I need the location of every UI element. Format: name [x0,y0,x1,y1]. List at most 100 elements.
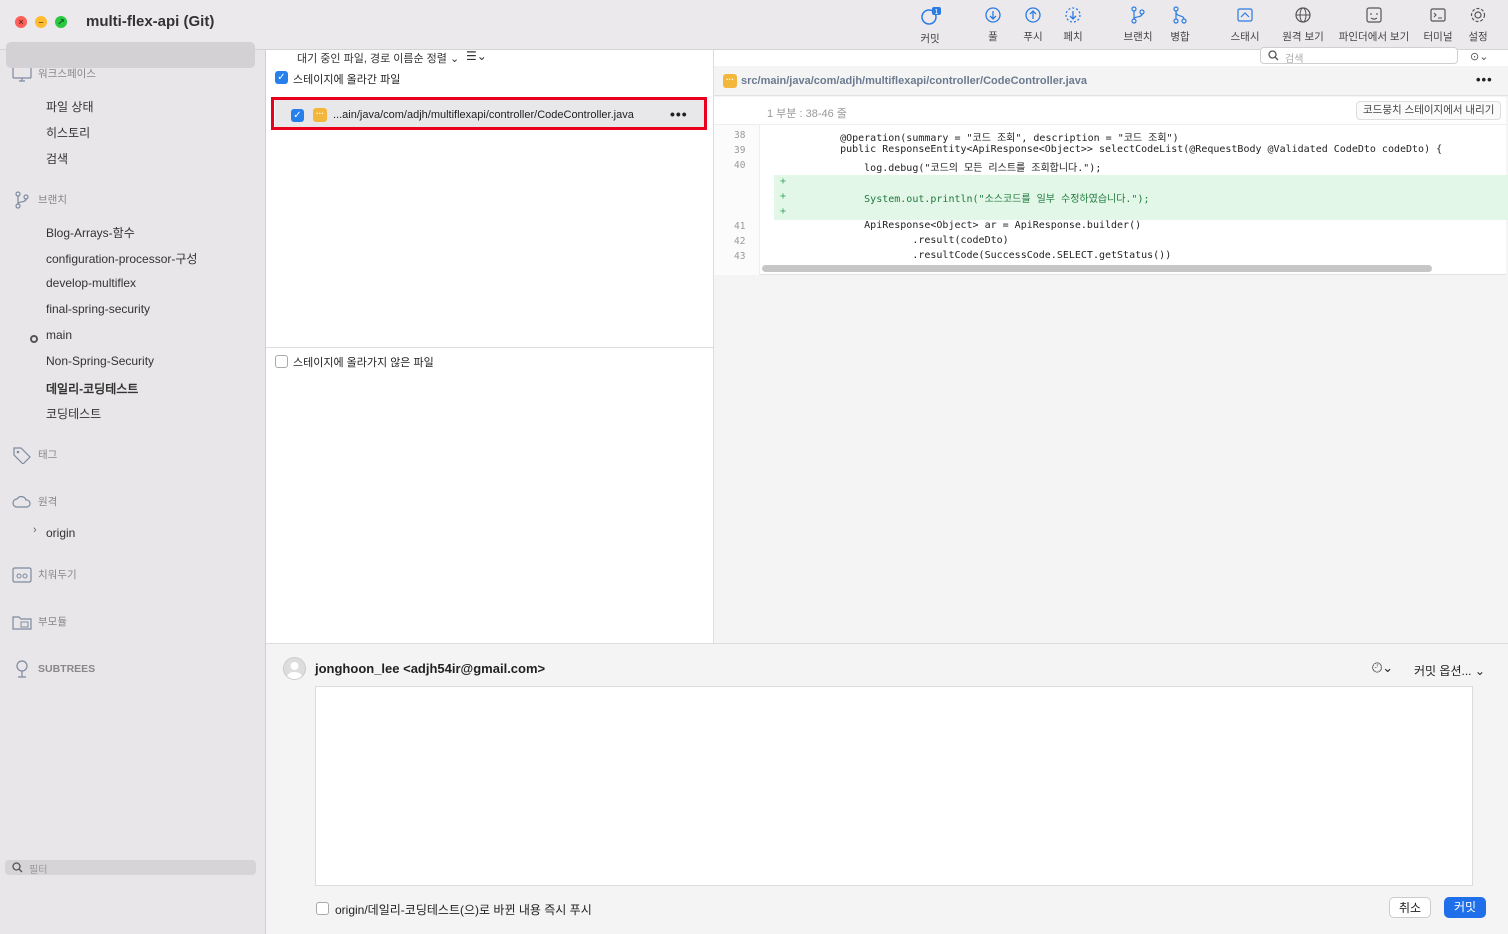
branch-icon [1131,6,1145,24]
commit-message-input[interactable] [315,686,1473,886]
commit-options-dropdown[interactable]: 커밋 옵션... ⌄ [1414,662,1485,679]
stash-button[interactable]: 스태시 [1215,6,1275,46]
commit-button[interactable]: 커밋 [1444,897,1486,918]
window-title: multi-flex-api (Git) [86,13,215,30]
search-icon [12,862,23,873]
merge-label: 병합 [1170,31,1190,43]
unstaged-files-header: 스테이지에 올라가지 않은 파일 [293,357,434,369]
chevron-down-icon: ⌄ [449,53,460,65]
sidebar-item-branch[interactable]: develop-multiflex [46,276,136,290]
merge-icon [1173,6,1187,24]
diff-file-path: src/main/java/com/adjh/multiflexapi/cont… [741,75,1087,87]
sidebar-section-workspace[interactable]: 워크스페이스 [12,66,96,82]
sidebar-section-remotes[interactable]: 원격 [12,494,57,509]
unstaged-all-checkbox[interactable] [275,355,288,368]
remote-view-button[interactable]: 원격 보기 [1273,6,1333,46]
sort-dropdown[interactable]: 대기 중인 파일, 경로 이름순 정렬 ⌄ [297,50,459,66]
minimize-icon: – [38,17,44,27]
sidebar-section-stashes[interactable]: 치워두기 [12,567,77,583]
line-number: 39 [734,145,746,156]
show-in-finder-button[interactable]: 파인더에서 보기 [1337,6,1411,46]
sidebar-tags-label: 태그 [38,448,58,461]
sidebar-item-branch[interactable]: final-spring-security [46,302,150,316]
fetch-icon [1065,7,1081,23]
commit-history-dropdown[interactable]: 🕘︎⌄ [1372,660,1393,676]
pull-icon [985,7,1001,23]
sidebar-section-tags[interactable]: 태그 [12,446,58,465]
folder-icon [12,616,32,630]
annotation-highlight-box [271,97,707,130]
fetch-button[interactable]: 페치 [1043,6,1103,46]
sidebar-section-branches[interactable]: 브랜치 [12,191,67,209]
code-line: public ResponseEntity<ApiResponse<Object… [816,144,1443,155]
sidebar-selection-highlight [6,42,255,68]
more-options-dropdown[interactable]: ⊙⌄ [1470,50,1488,63]
diff-code-area: 38 @Operation(summary = "코드 조회", descrip… [714,125,1508,275]
sort-label: 대기 중인 파일, 경로 이름순 정렬 [297,53,447,65]
cancel-button[interactable]: 취소 [1389,897,1431,918]
sidebar-item-branch[interactable]: Blog-Arrays-함수 [46,224,135,241]
branch-icon [15,191,29,209]
finder-icon [1366,7,1382,23]
sidebar-branches-label: 브랜치 [38,193,67,206]
maximize-window-button[interactable]: ↗ [55,16,67,28]
commit-icon: 1 [921,7,941,25]
horizontal-scrollbar[interactable] [762,265,1432,272]
commit-toolbar-button[interactable]: 1 커밋 [900,6,960,46]
line-number: 42 [734,236,746,247]
merge-button[interactable]: 병합 [1150,6,1210,46]
chevron-right-icon[interactable]: › [33,524,37,536]
close-icon: × [18,17,24,27]
pane-divider [266,347,714,348]
sidebar-section-submodules[interactable]: 부모듈 [12,614,67,630]
stage-all-checkbox[interactable] [275,71,288,84]
diff-more-options-icon[interactable]: ••• [1476,72,1493,87]
added-line-marker: + [780,206,787,217]
unstage-hunk-button[interactable]: 코드뭉치 스테이지에서 내리기 [1356,101,1502,120]
gear-icon [1470,7,1486,23]
sidebar-stashes-label: 치워두기 [38,569,77,581]
sidebar-subtrees-label: SUBTREES [38,662,96,675]
code-line: @Operation(summary = "코드 조회", descriptio… [816,133,1179,144]
sidebar-filter-input[interactable]: 필터 [5,860,256,876]
close-window-button[interactable]: × [15,16,27,28]
sidebar-submodules-label: 부모듈 [38,616,67,628]
settings-button[interactable]: 설정 [1448,6,1508,46]
remote-view-label: 원격 보기 [1282,31,1324,43]
push-immediately-checkbox[interactable] [316,902,329,915]
push-immediately-label: origin/데일리-코딩테스트(으)로 바뀐 내용 즉시 푸시 [335,903,592,917]
sidebar-item-search[interactable]: 검색 [46,150,68,167]
line-number: 40 [734,160,746,171]
sidebar-item-history[interactable]: 히스토리 [46,124,90,141]
sidebar-item-remote-origin[interactable]: origin [46,526,75,540]
line-number: 41 [734,221,746,232]
sidebar-item-branch[interactable]: Non-Spring-Security [46,354,154,368]
sidebar-item-branch[interactable]: configuration-processor-구성 [46,250,197,267]
current-branch-indicator [30,335,38,343]
search-input[interactable]: 검색 [1260,47,1458,65]
minimize-window-button[interactable]: – [35,16,47,28]
monitor-icon [12,66,32,82]
code-line: log.debug("코드의 모든 리스트를 조회합니다."); [816,163,1102,174]
sidebar-item-branch[interactable]: 코딩테스트 [46,405,101,422]
commit-author: jonghoon_lee <adjh54ir@gmail.com> [315,661,546,676]
code-line: ApiResponse<Object> ar = ApiResponse.bui… [816,220,1142,231]
sidebar-item-file-status[interactable]: 파일 상태 [46,98,94,115]
list-view-toggle[interactable]: ☰⌄ [466,49,487,63]
sidebar-section-subtrees[interactable]: SUBTREES [12,660,95,678]
stash-label: 스태시 [1230,31,1260,43]
sidebar-item-current-branch[interactable]: 데일리-코딩테스트 [46,380,138,397]
code-line: .resultCode(SuccessCode.SELECT.getStatus… [816,250,1172,261]
clock-icon: 🕘︎⌄ [1372,660,1394,675]
terminal-icon [1430,8,1446,22]
code-line: .result(codeDto) [816,235,1009,246]
globe-icon [1295,7,1311,23]
stash-icon [12,567,32,583]
added-line-marker: + [780,191,787,202]
sidebar-item-branch[interactable]: main [46,328,72,342]
cloud-icon [12,496,31,508]
added-line-marker: + [780,176,787,187]
sidebar [0,50,266,934]
commit-options-label: 커밋 옵션... [1414,664,1472,678]
list-icon: ☰⌄ [466,49,487,63]
